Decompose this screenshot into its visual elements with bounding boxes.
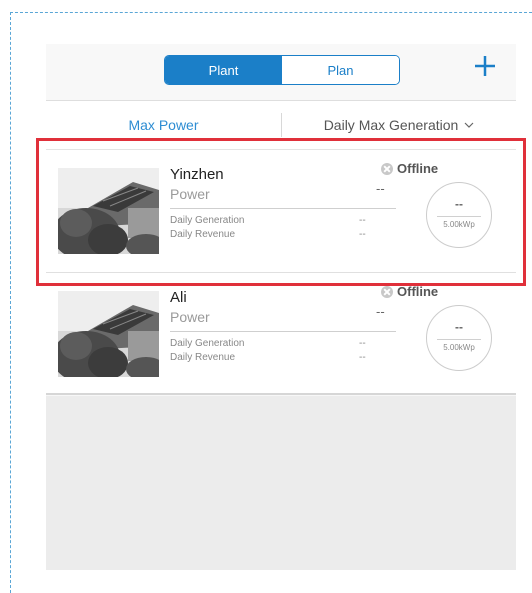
daily-generation-value: --: [359, 338, 366, 349]
dropdown-label: Daily Max Generation: [323, 117, 459, 133]
sort-daily-max-generation-dropdown[interactable]: Daily Max Generation: [282, 101, 516, 149]
sort-max-power[interactable]: Max Power: [46, 101, 281, 149]
gauge-value: --: [455, 320, 463, 334]
power-value: --: [376, 304, 385, 319]
list-bottom-border: [46, 393, 516, 395]
power-gauge: -- 5.00kWp: [426, 182, 492, 248]
plant-list: Yinzhen Power -- Daily Generation -- Dai…: [46, 150, 516, 395]
status-badge: Offline: [381, 284, 438, 299]
gauge-divider: [437, 339, 481, 340]
empty-area: [46, 396, 516, 570]
status-text: Offline: [397, 161, 439, 176]
daily-revenue-label: Daily Revenue: [170, 229, 236, 240]
power-value: --: [376, 181, 385, 196]
daily-revenue-value: --: [359, 352, 366, 363]
sort-filter-bar: Max Power Daily Max Generation: [46, 101, 516, 150]
top-nav-bar: Plant Plan: [46, 44, 516, 101]
plant-card-yinzhen[interactable]: Yinzhen Power -- Daily Generation -- Dai…: [46, 150, 516, 272]
status-text: Offline: [397, 284, 439, 299]
offline-x-icon: [381, 162, 393, 175]
offline-x-icon: [381, 285, 393, 298]
gauge-capacity: 5.00kWp: [443, 220, 475, 229]
gauge-capacity: 5.00kWp: [443, 343, 475, 352]
plant-card-ali[interactable]: Ali Power -- Daily Generation -- Daily R…: [46, 272, 516, 395]
app-screen: Plant Plan Max Power Daily Max Generatio…: [46, 44, 516, 570]
plant-photo: [58, 291, 159, 377]
power-label: Power: [170, 309, 210, 325]
plant-photo: [58, 168, 159, 254]
daily-revenue-label: Daily Revenue: [170, 352, 236, 363]
daily-revenue-value: --: [359, 229, 366, 240]
plus-icon: [475, 56, 495, 76]
power-label: Power: [170, 186, 210, 202]
segment-control: Plant Plan: [164, 55, 400, 85]
dashed-border-top: [10, 12, 532, 13]
tab-plant[interactable]: Plant: [165, 56, 282, 84]
dashed-border-left: [10, 12, 11, 593]
daily-generation-label: Daily Generation: [170, 215, 245, 226]
status-badge: Offline: [381, 161, 438, 176]
add-plant-button[interactable]: [472, 53, 498, 79]
chevron-down-icon: [464, 122, 474, 128]
power-gauge: -- 5.00kWp: [426, 305, 492, 371]
daily-generation-label: Daily Generation: [170, 338, 245, 349]
plant-name: Ali: [170, 289, 187, 306]
tab-plan[interactable]: Plan: [282, 56, 399, 84]
plant-name: Yinzhen: [170, 166, 224, 183]
gauge-value: --: [455, 197, 463, 211]
divider: [170, 208, 396, 209]
gauge-divider: [437, 216, 481, 217]
daily-generation-value: --: [359, 215, 366, 226]
divider: [170, 331, 396, 332]
